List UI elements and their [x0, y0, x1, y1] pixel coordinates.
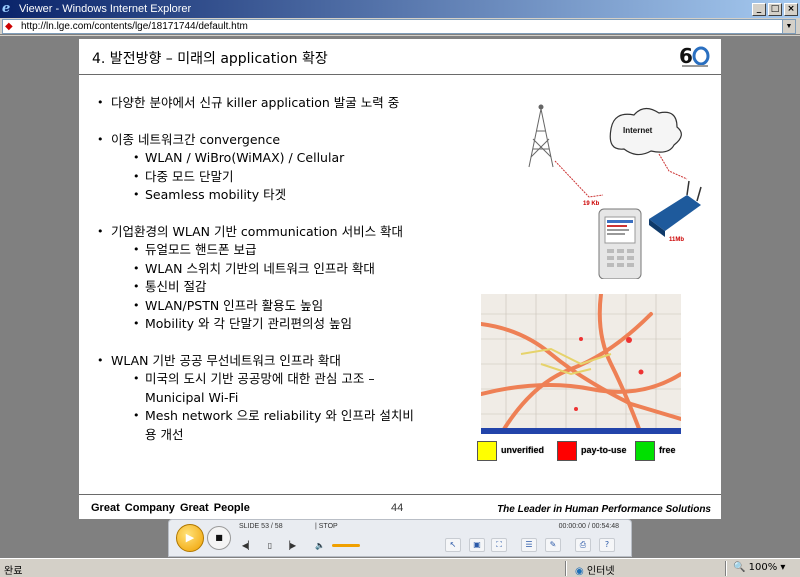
bullet-item: WLAN 기반 공공 무선네트워크 인프라 확대 [97, 352, 477, 371]
zoom-level: 100% [748, 562, 778, 573]
globe-icon: ◉ [575, 566, 584, 577]
sub-bullet-continuation: Municipal Wi-Fi [145, 389, 239, 405]
bullet-gap [97, 205, 477, 223]
slide-title: 4. 발전방향 – 미래의 application 확장 [92, 51, 328, 67]
wireless-router-icon [649, 180, 702, 237]
player-time: 00:00:00 / 00:54:48 [558, 523, 619, 530]
legend-swatch [557, 441, 577, 461]
bullet-gap [97, 334, 477, 352]
status-divider [565, 561, 567, 576]
page-icon: ◆ [5, 21, 13, 32]
smartphone-icon [598, 208, 642, 279]
sub-bullet-item: Seamless mobility 타겟 [97, 186, 477, 205]
previous-slide-icon[interactable]: ◀▏ [241, 539, 255, 552]
slide-header: 4. 발전방향 – 미래의 application 확장 6 [79, 39, 721, 75]
zoom-control[interactable]: 🔍 100% ▾ [733, 562, 785, 573]
stop-button[interactable]: ■ [207, 526, 231, 550]
svg-text:6: 6 [679, 44, 693, 68]
bullet-item: 이종 네트워크간 convergence [97, 131, 477, 150]
address-bar: ◆ http://ln.lge.com/contents/lge/1817174… [0, 18, 800, 35]
cell-tower-icon [528, 104, 554, 168]
slide-counter: SLIDE 53 / 58 [239, 523, 283, 530]
next-slide-icon[interactable]: ▕▶ [283, 539, 297, 552]
map-graphic [481, 294, 681, 434]
internet-cloud-icon: Internet [609, 107, 682, 156]
sub-bullet-item: WLAN/PSTN 인프라 활용도 높임 [97, 297, 477, 316]
footer-slogan: Great Company Great People [91, 502, 250, 514]
internet-label: Internet [623, 126, 653, 135]
zone-label: 인터넷 [586, 566, 615, 577]
anniversary-logo-icon: 6 [679, 44, 710, 68]
player-bar: SLIDE 53 / 58 | STOP 00:00:00 / 00:54:48… [168, 519, 632, 557]
bullet-item: 기업환경의 WLAN 기반 communication 서비스 확대 [97, 223, 477, 242]
sub-bullet-continuation: 용 개선 [145, 426, 184, 442]
bullet-list: 다양한 분야에서 신규 killer application 발굴 노력 중이종… [97, 94, 477, 444]
security-zone: ◉ 인터넷 [575, 562, 615, 577]
browser-viewport: 4. 발전방향 – 미래의 application 확장 6 다양한 분야에서 … [0, 36, 800, 558]
bullet-item: 다양한 분야에서 신규 killer application 발굴 노력 중 [97, 94, 477, 113]
legend-label: unverified [501, 445, 545, 455]
status-bar: 완료 ◉ 인터넷 🔍 100% ▾ [0, 558, 800, 577]
fit-screen-icon[interactable]: ▣ [469, 538, 485, 552]
sub-bullet-item: Mesh network 으로 reliability 와 인프라 설치비 [97, 407, 477, 426]
status-text: 완료 [4, 566, 23, 577]
slide-footer: Great Company Great People 44 The Leader… [79, 494, 721, 519]
ie-icon: e [2, 1, 11, 16]
sub-bullet-item: 다중 모드 단말기 [97, 168, 477, 187]
footer-tagline: The Leader in Human Performance Solution… [497, 504, 711, 515]
pointer-tool-icon[interactable]: ↖ [445, 538, 461, 552]
volume-icon[interactable]: 🔈 [313, 539, 327, 552]
address-input[interactable]: ◆ http://ln.lge.com/contents/lge/1817174… [2, 19, 796, 34]
legend-swatch [635, 441, 655, 461]
outline-list-icon[interactable]: ☰ [521, 538, 537, 552]
status-divider [725, 561, 727, 576]
window-titlebar: e Viewer - Windows Internet Explorer _ □… [0, 0, 800, 18]
bullet-gap [97, 113, 477, 131]
fullscreen-icon[interactable]: ⛶ [491, 538, 507, 552]
wifi-coverage-map [481, 294, 681, 434]
minimize-button[interactable]: _ [752, 2, 766, 16]
address-url: http://ln.lge.com/contents/lge/18171744/… [21, 21, 248, 32]
legend-label: free [659, 445, 676, 455]
network-illustration: Internet 19 Kb 11Mb [528, 104, 702, 279]
notes-icon[interactable]: ✎ [545, 538, 561, 552]
sub-bullet-item: 통신비 절감 [97, 278, 477, 297]
sub-bullet-item: Mobility 와 각 단말기 관리편의성 높임 [97, 315, 477, 334]
speed-label-19kb: 19 Kb [583, 201, 600, 207]
sub-bullet-item: 듀얼모드 핸드폰 보급 [97, 241, 477, 260]
play-button[interactable]: ▶ [176, 524, 204, 552]
close-button[interactable]: × [784, 2, 798, 16]
window-title: Viewer - Windows Internet Explorer [19, 3, 192, 15]
print-icon[interactable]: ⎙ [575, 538, 591, 552]
window-controls: _ □ × [752, 2, 798, 16]
legend-label: pay-to-use [581, 445, 627, 455]
address-dropdown-icon[interactable]: ▼ [782, 20, 795, 33]
player-info: SLIDE 53 / 58 | STOP 00:00:00 / 00:54:48 [239, 522, 619, 534]
player-state: | STOP [315, 523, 338, 530]
map-legend: unverified pay-to-use free [477, 439, 687, 463]
volume-slider[interactable] [332, 544, 360, 547]
speed-label-11mb: 11Mb [669, 237, 684, 243]
sub-bullet-item: WLAN 스위치 기반의 네트워크 인프라 확대 [97, 260, 477, 279]
slide-thumb-icon[interactable]: ▯ [263, 539, 277, 552]
sub-bullet-item: WLAN / WiBro(WiMAX) / Cellular [97, 149, 477, 168]
maximize-button[interactable]: □ [768, 2, 782, 16]
sub-bullet-item: 미국의 도시 기반 공공망에 대한 관심 고조 – [97, 370, 477, 389]
footer-page-number: 44 [391, 502, 404, 514]
help-icon[interactable]: ? [599, 538, 615, 552]
presentation-slide: 4. 발전방향 – 미래의 application 확장 6 다양한 분야에서 … [79, 39, 721, 519]
legend-swatch [477, 441, 497, 461]
